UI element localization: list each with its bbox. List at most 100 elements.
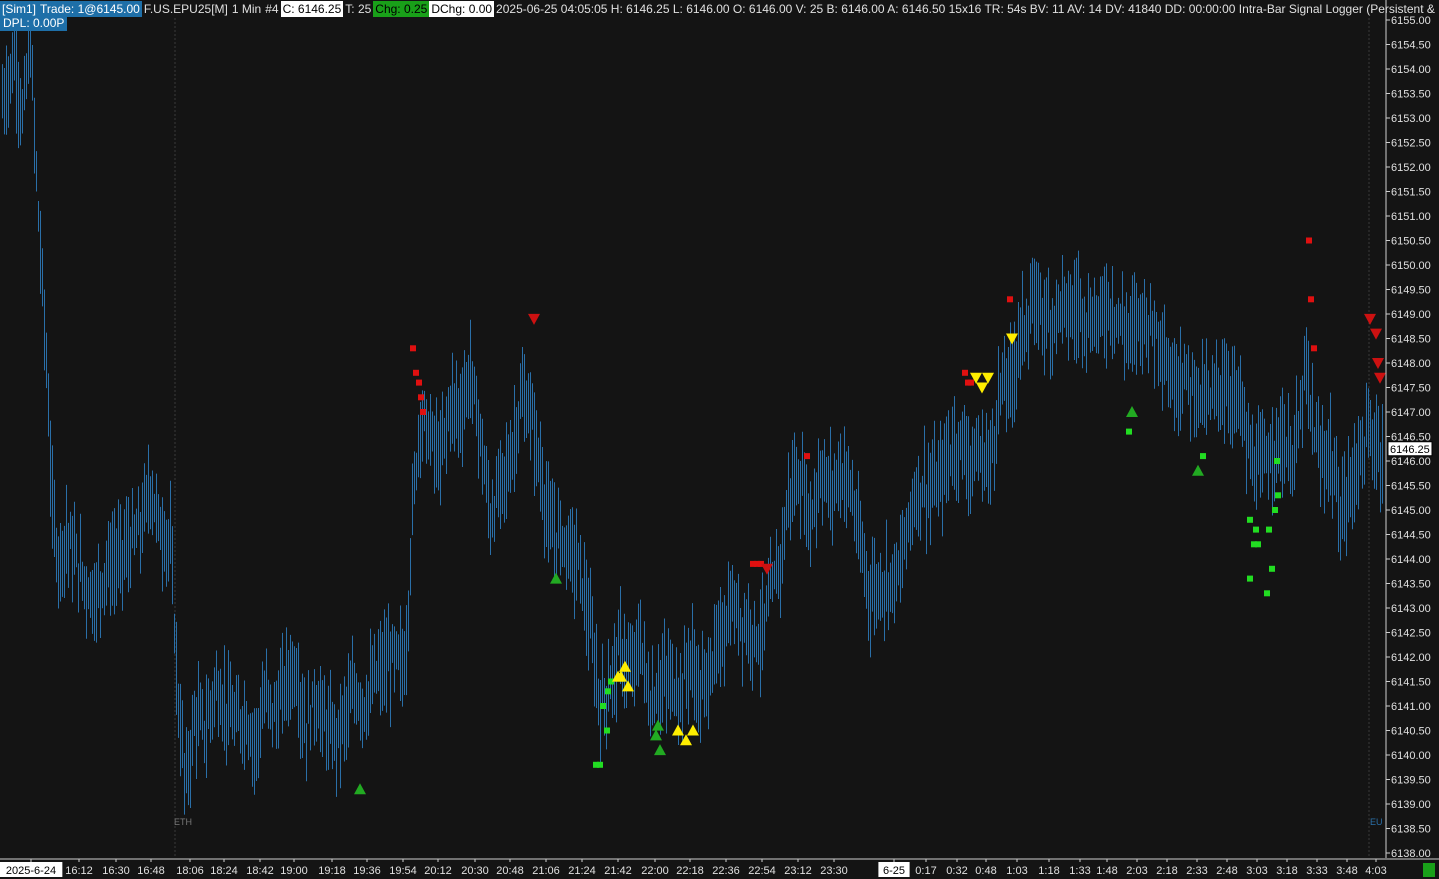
- price-axis-label: 6139.00: [1391, 799, 1431, 811]
- price-axis-label: 6140.00: [1391, 750, 1431, 762]
- timeframe-label[interactable]: 1 Min: [230, 1, 263, 17]
- time-axis-label: 22:54: [748, 865, 776, 877]
- sell-signal-square: [1007, 296, 1013, 303]
- trade-info[interactable]: Trade: 1@6145.00: [38, 0, 142, 17]
- time-axis-label: 19:54: [389, 865, 417, 877]
- price-axis-label: 6153.50: [1391, 89, 1431, 101]
- sell-signal-square: [1306, 237, 1312, 244]
- session-label-eth: ETH: [174, 817, 192, 827]
- time-axis-label: 1:18: [1038, 865, 1059, 877]
- ticks-value: T: 25: [345, 1, 372, 16]
- time-axis-label: 3:48: [1336, 865, 1357, 877]
- time-axis-label: 0:32: [946, 865, 967, 877]
- time-axis-label: 2:18: [1156, 865, 1177, 877]
- price-axis-label: 6143.50: [1391, 579, 1431, 591]
- buy-signal-square: [1275, 492, 1281, 499]
- session-label-eu: EU: [1370, 817, 1383, 827]
- time-axis-label: 18:42: [246, 865, 274, 877]
- time-axis-label: 2025-6-24: [6, 865, 56, 877]
- time-axis-label: 1:03: [1006, 865, 1027, 877]
- buy-signal-square: [1264, 590, 1270, 597]
- sell-signal-square: [968, 379, 974, 386]
- price-axis-label: 6150.00: [1391, 260, 1431, 272]
- time-axis-label: 20:30: [461, 865, 489, 877]
- price-axis-label: 6150.50: [1391, 236, 1431, 248]
- time-axis-label: 3:03: [1246, 865, 1267, 877]
- price-axis-label: 6148.50: [1391, 334, 1431, 346]
- time-axis-label: 6-25: [883, 865, 905, 877]
- time-axis-label: 21:42: [604, 865, 632, 877]
- sell-signal-square: [962, 369, 968, 376]
- time-axis-label: 2:03: [1126, 865, 1147, 877]
- sell-signal-square: [416, 379, 422, 386]
- time-axis-label: 19:36: [353, 865, 381, 877]
- price-axis-label: 6138.00: [1391, 848, 1431, 860]
- time-axis-label: 19:00: [280, 865, 308, 877]
- buy-signal-square: [1266, 526, 1272, 533]
- buy-signal-square: [600, 703, 606, 709]
- time-axis-label: 18:06: [176, 865, 204, 877]
- price-axis-label: 6151.00: [1391, 211, 1431, 223]
- bar-info: 2025-06-25 04:05:05 H: 6146.25 L: 6146.0…: [496, 1, 1439, 16]
- dpl-badge: DPL: 0.00P: [0, 16, 68, 31]
- price-axis-label: 6139.50: [1391, 775, 1431, 787]
- price-axis-label: 6144.00: [1391, 554, 1431, 566]
- time-axis-label: 16:30: [102, 865, 130, 877]
- sell-signal-square: [418, 394, 424, 401]
- buy-signal-square: [605, 688, 611, 695]
- price-axis-label: 6152.00: [1391, 162, 1431, 174]
- price-axis-label: 6148.00: [1391, 358, 1431, 370]
- time-axis-label: 16:48: [137, 865, 165, 877]
- time-axis-label: 21:24: [568, 865, 596, 877]
- price-axis-label: 6151.50: [1391, 187, 1431, 199]
- time-axis-label: 16:12: [65, 865, 93, 877]
- time-axis-label: 22:36: [712, 865, 740, 877]
- buy-signal-square: [1247, 575, 1253, 582]
- price-axis-label: 6149.50: [1391, 285, 1431, 297]
- price-axis-label: 6145.00: [1391, 505, 1431, 517]
- price-axis-label: 6138.50: [1391, 824, 1431, 836]
- price-axis-label: 6142.00: [1391, 652, 1431, 664]
- price-axis-label: 6154.50: [1391, 40, 1431, 52]
- price-axis-label: 6145.50: [1391, 481, 1431, 493]
- sell-signal-square: [410, 345, 416, 352]
- price-chart[interactable]: ETH EU6155.006154.506154.006153.506153.00…: [0, 0, 1439, 879]
- status-indicator: [1423, 863, 1435, 877]
- daily-change-value: DChg: 0.00: [429, 0, 495, 17]
- time-axis-label: 0:17: [915, 865, 936, 877]
- buy-signal-square: [1272, 507, 1278, 513]
- close-value: C: 6146.25: [280, 0, 344, 17]
- change-value: Chg: 0.25: [373, 0, 430, 17]
- buy-signal-square: [1200, 453, 1206, 460]
- time-axis-label: 20:12: [424, 865, 452, 877]
- price-axis-label: 6141.00: [1391, 701, 1431, 713]
- time-axis-label: 2:33: [1186, 865, 1207, 877]
- chart-background: [0, 0, 1439, 879]
- time-axis-label: 20:48: [496, 865, 524, 877]
- time-axis-label: 2:48: [1216, 865, 1237, 877]
- price-axis-label: 6142.50: [1391, 628, 1431, 640]
- buy-signal-square: [1255, 541, 1261, 548]
- time-axis-label: 4:03: [1365, 865, 1386, 877]
- sell-signal-square: [1311, 345, 1317, 352]
- buy-signal-square: [1126, 428, 1132, 435]
- price-axis-label: 6149.00: [1391, 309, 1431, 321]
- bar-index: #4: [265, 1, 279, 16]
- price-axis-label: 6147.00: [1391, 407, 1431, 419]
- time-axis-label: 23:12: [784, 865, 812, 877]
- sell-signal-square: [1308, 296, 1314, 303]
- buy-signal-square: [1253, 526, 1259, 533]
- time-axis-label: 23:30: [820, 865, 848, 877]
- price-axis-label: 6154.00: [1391, 64, 1431, 76]
- buy-signal-square: [1269, 565, 1275, 572]
- price-axis-label: 6140.50: [1391, 726, 1431, 738]
- symbol-label[interactable]: F.US.EPU25[M]: [142, 1, 230, 17]
- sim-account[interactable]: [Sim1]: [0, 0, 39, 17]
- time-axis-label: 3:33: [1306, 865, 1327, 877]
- buy-signal-square: [604, 727, 610, 734]
- price-axis-label: 6152.50: [1391, 138, 1431, 150]
- time-axis-label: 18:24: [210, 865, 238, 877]
- time-axis-label: 19:18: [318, 865, 346, 877]
- time-axis-label: 22:00: [641, 865, 669, 877]
- buy-signal-square: [1247, 516, 1253, 523]
